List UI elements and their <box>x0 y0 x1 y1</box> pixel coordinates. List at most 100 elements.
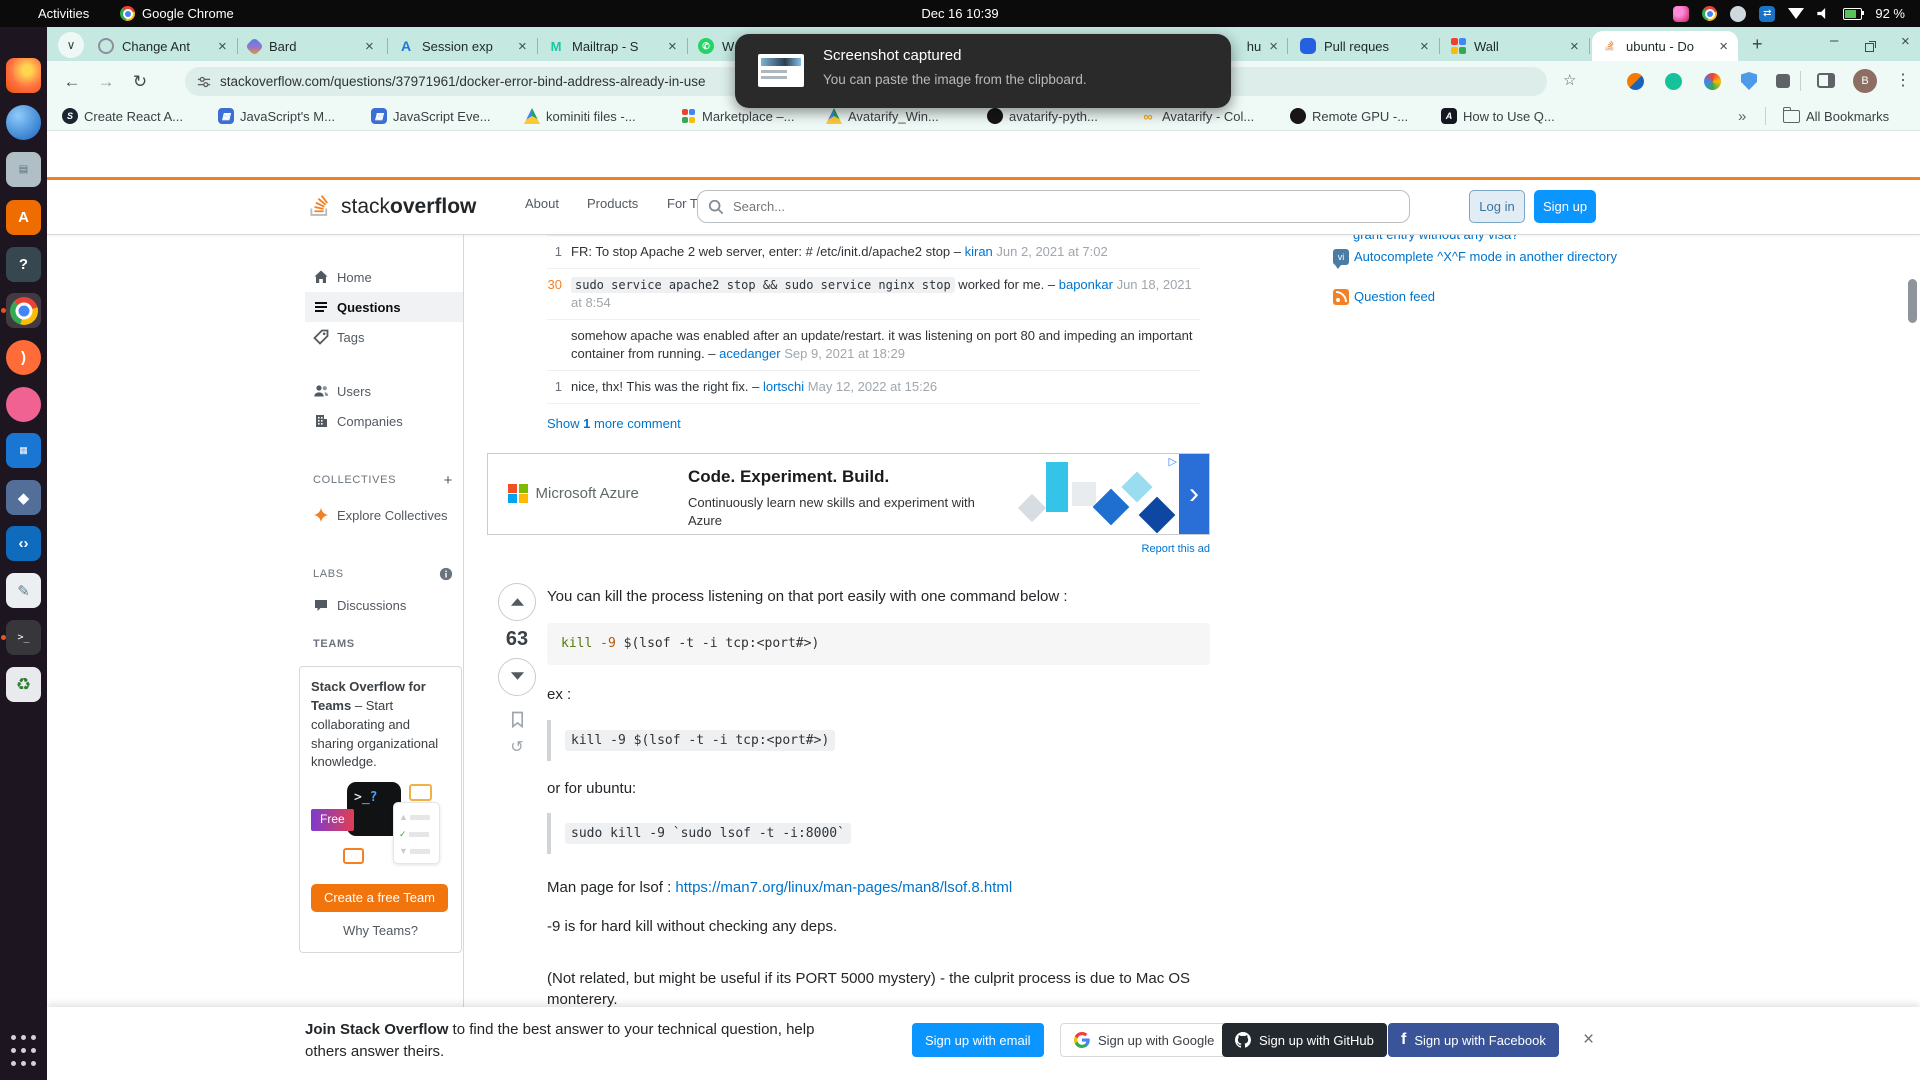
forward-button[interactable]: → <box>89 72 123 92</box>
focused-app-indicator[interactable]: Google Chrome <box>120 0 234 27</box>
bookmark-item[interactable]: Remote GPU -... <box>1290 106 1408 126</box>
signup-google-button[interactable]: Sign up with Google <box>1060 1023 1228 1057</box>
tab-session[interactable]: A Session exp × <box>388 31 538 61</box>
header-nav-about[interactable]: About <box>525 196 559 211</box>
sidebar-item-users[interactable]: Users <box>305 376 463 406</box>
sidebar-item-tags[interactable]: Tags <box>305 322 463 352</box>
slate-app-icon[interactable]: ◆ <box>6 480 41 515</box>
sidebar-item-discussions[interactable]: Discussions <box>305 590 463 620</box>
report-ad-link[interactable]: Report this ad <box>487 543 1210 555</box>
downvote-button[interactable] <box>498 658 536 696</box>
tab-bard[interactable]: Bard × <box>238 31 388 61</box>
extension-icon[interactable] <box>1627 73 1644 90</box>
bookmark-item[interactable]: SCreate React A... <box>62 106 183 126</box>
tab-mailtrap[interactable]: M Mailtrap - S × <box>538 31 688 61</box>
man-page-link[interactable]: https://man7.org/linux/man-pages/man8/ls… <box>675 879 1012 896</box>
history-icon[interactable]: ↺ <box>510 737 523 757</box>
firefox-icon[interactable] <box>6 58 41 93</box>
bookmark-item[interactable]: Marketplace –... <box>680 106 795 126</box>
comment-author-link[interactable]: kiran <box>965 244 993 259</box>
pink-app-icon[interactable] <box>6 387 41 422</box>
signup-button[interactable]: Sign up <box>1534 190 1596 223</box>
new-tab-button[interactable]: + <box>1752 34 1763 55</box>
minimize-button[interactable]: – <box>1830 32 1838 49</box>
bookmark-item[interactable]: Avatarify_Win... <box>826 106 939 126</box>
window-close-button[interactable]: × <box>1901 33 1910 50</box>
tab-pull-request[interactable]: Pull reques × <box>1290 31 1440 61</box>
side-panel-icon[interactable] <box>1817 73 1835 88</box>
autocomplete-question-link[interactable]: Autocomplete ^X^F mode in another direct… <box>1354 249 1617 264</box>
create-team-button[interactable]: Create a free Team <box>311 884 448 912</box>
system-tray[interactable]: ⇄ 92 % <box>1673 0 1905 27</box>
show-more-comments-link[interactable]: Show 1 more comment <box>547 416 1210 431</box>
signup-github-button[interactable]: Sign up with GitHub <box>1222 1023 1387 1057</box>
upvote-button[interactable] <box>498 583 536 621</box>
so-logo[interactable]: stackoverflow <box>305 189 476 224</box>
comment-author-link[interactable]: lortschi <box>763 379 804 394</box>
bookmark-item[interactable]: avatarify-pyth... <box>987 106 1098 126</box>
chrome-dock-icon[interactable] <box>6 293 41 328</box>
postman-icon[interactable]: ) <box>6 340 41 375</box>
all-bookmarks-button[interactable]: All Bookmarks <box>1783 106 1889 126</box>
sidebar-item-home[interactable]: Home <box>305 262 463 292</box>
page-scrollbar[interactable] <box>1908 279 1917 323</box>
ad-next-button[interactable]: › <box>1179 454 1209 534</box>
bookmark-star-button[interactable]: ☆ <box>1563 71 1576 89</box>
tab-close-icon[interactable]: × <box>1420 38 1429 55</box>
text-editor-icon[interactable]: ✎ <box>6 573 41 608</box>
extension-icon[interactable] <box>1704 73 1721 90</box>
add-collective-icon[interactable]: + <box>444 472 453 489</box>
tab-close-icon[interactable]: × <box>365 38 374 55</box>
azure-ad-banner[interactable]: Microsoft Azure Code. Experiment. Build.… <box>487 453 1210 535</box>
screenshot-notification[interactable]: Screenshot captured You can paste the im… <box>735 34 1231 108</box>
tab-close-icon[interactable]: × <box>1719 38 1728 55</box>
signup-email-button[interactable]: Sign up with email <box>912 1023 1044 1057</box>
tab-close-icon[interactable]: × <box>1269 38 1278 55</box>
sidebar-item-explore-collectives[interactable]: Explore Collectives <box>305 500 463 530</box>
bookmarks-overflow-button[interactable]: » <box>1738 106 1746 126</box>
site-settings-icon[interactable] <box>197 75 211 89</box>
grammarly-extension-icon[interactable] <box>1665 73 1682 90</box>
bookmark-item[interactable]: ▦JavaScript Eve... <box>371 106 491 126</box>
search-box[interactable] <box>697 190 1410 223</box>
adchoices-icon[interactable]: ▷ <box>1169 455 1177 468</box>
tab-close-icon[interactable]: × <box>668 38 677 55</box>
bookmark-item[interactable]: AHow to Use Q... <box>1441 106 1555 126</box>
tab-close-icon[interactable]: × <box>218 38 227 55</box>
search-input[interactable] <box>731 198 1399 215</box>
question-feed-link[interactable]: Question feed <box>1354 289 1435 304</box>
sidebar-item-questions[interactable]: Questions <box>305 292 463 322</box>
bookmark-icon[interactable] <box>510 711 525 728</box>
footer-close-button[interactable]: × <box>1583 1029 1594 1051</box>
tab-wall[interactable]: Wall × <box>1440 31 1590 61</box>
tab-ubuntu-active[interactable]: ubuntu - Do × <box>1592 31 1738 61</box>
profile-avatar[interactable]: B <box>1853 69 1877 93</box>
show-applications-icon[interactable] <box>6 1033 41 1068</box>
maximize-button[interactable] <box>1865 38 1875 56</box>
back-button[interactable]: ← <box>55 72 89 92</box>
header-nav-products[interactable]: Products <box>587 196 638 211</box>
vscode-icon[interactable]: ‹› <box>6 526 41 561</box>
sidebar-item-companies[interactable]: Companies <box>305 406 463 436</box>
help-app-icon[interactable]: ? <box>6 247 41 282</box>
orange-a-app-icon[interactable]: A <box>6 200 41 235</box>
tab-change-ant[interactable]: Change Ant × <box>88 31 238 61</box>
microsoft-app-icon[interactable]: ▦ <box>6 433 41 468</box>
login-button[interactable]: Log in <box>1469 190 1525 223</box>
bookmark-item[interactable]: ▦JavaScript's M... <box>218 106 335 126</box>
comment-author-link[interactable]: acedanger <box>719 346 780 361</box>
tab-close-icon[interactable]: × <box>518 38 527 55</box>
adblock-shield-icon[interactable] <box>1741 72 1757 90</box>
tab-search-button[interactable]: ∨ <box>58 32 84 58</box>
why-teams-link[interactable]: Why Teams? <box>311 922 450 941</box>
blue-sphere-app-icon[interactable] <box>6 105 41 140</box>
info-icon[interactable] <box>439 567 453 581</box>
trash-icon[interactable]: ♻ <box>6 667 41 702</box>
tab-close-icon[interactable]: × <box>1570 38 1579 55</box>
reload-button[interactable]: ↻ <box>123 72 157 92</box>
clock[interactable]: Dec 16 10:39 <box>0 0 1920 27</box>
bookmark-item[interactable]: ∞Avatarify - Col... <box>1140 106 1254 126</box>
bookmark-item[interactable]: kominiti files -... <box>524 106 636 126</box>
terminal-icon[interactable]: >_ <box>6 620 41 655</box>
signup-facebook-button[interactable]: f Sign up with Facebook <box>1388 1023 1559 1057</box>
